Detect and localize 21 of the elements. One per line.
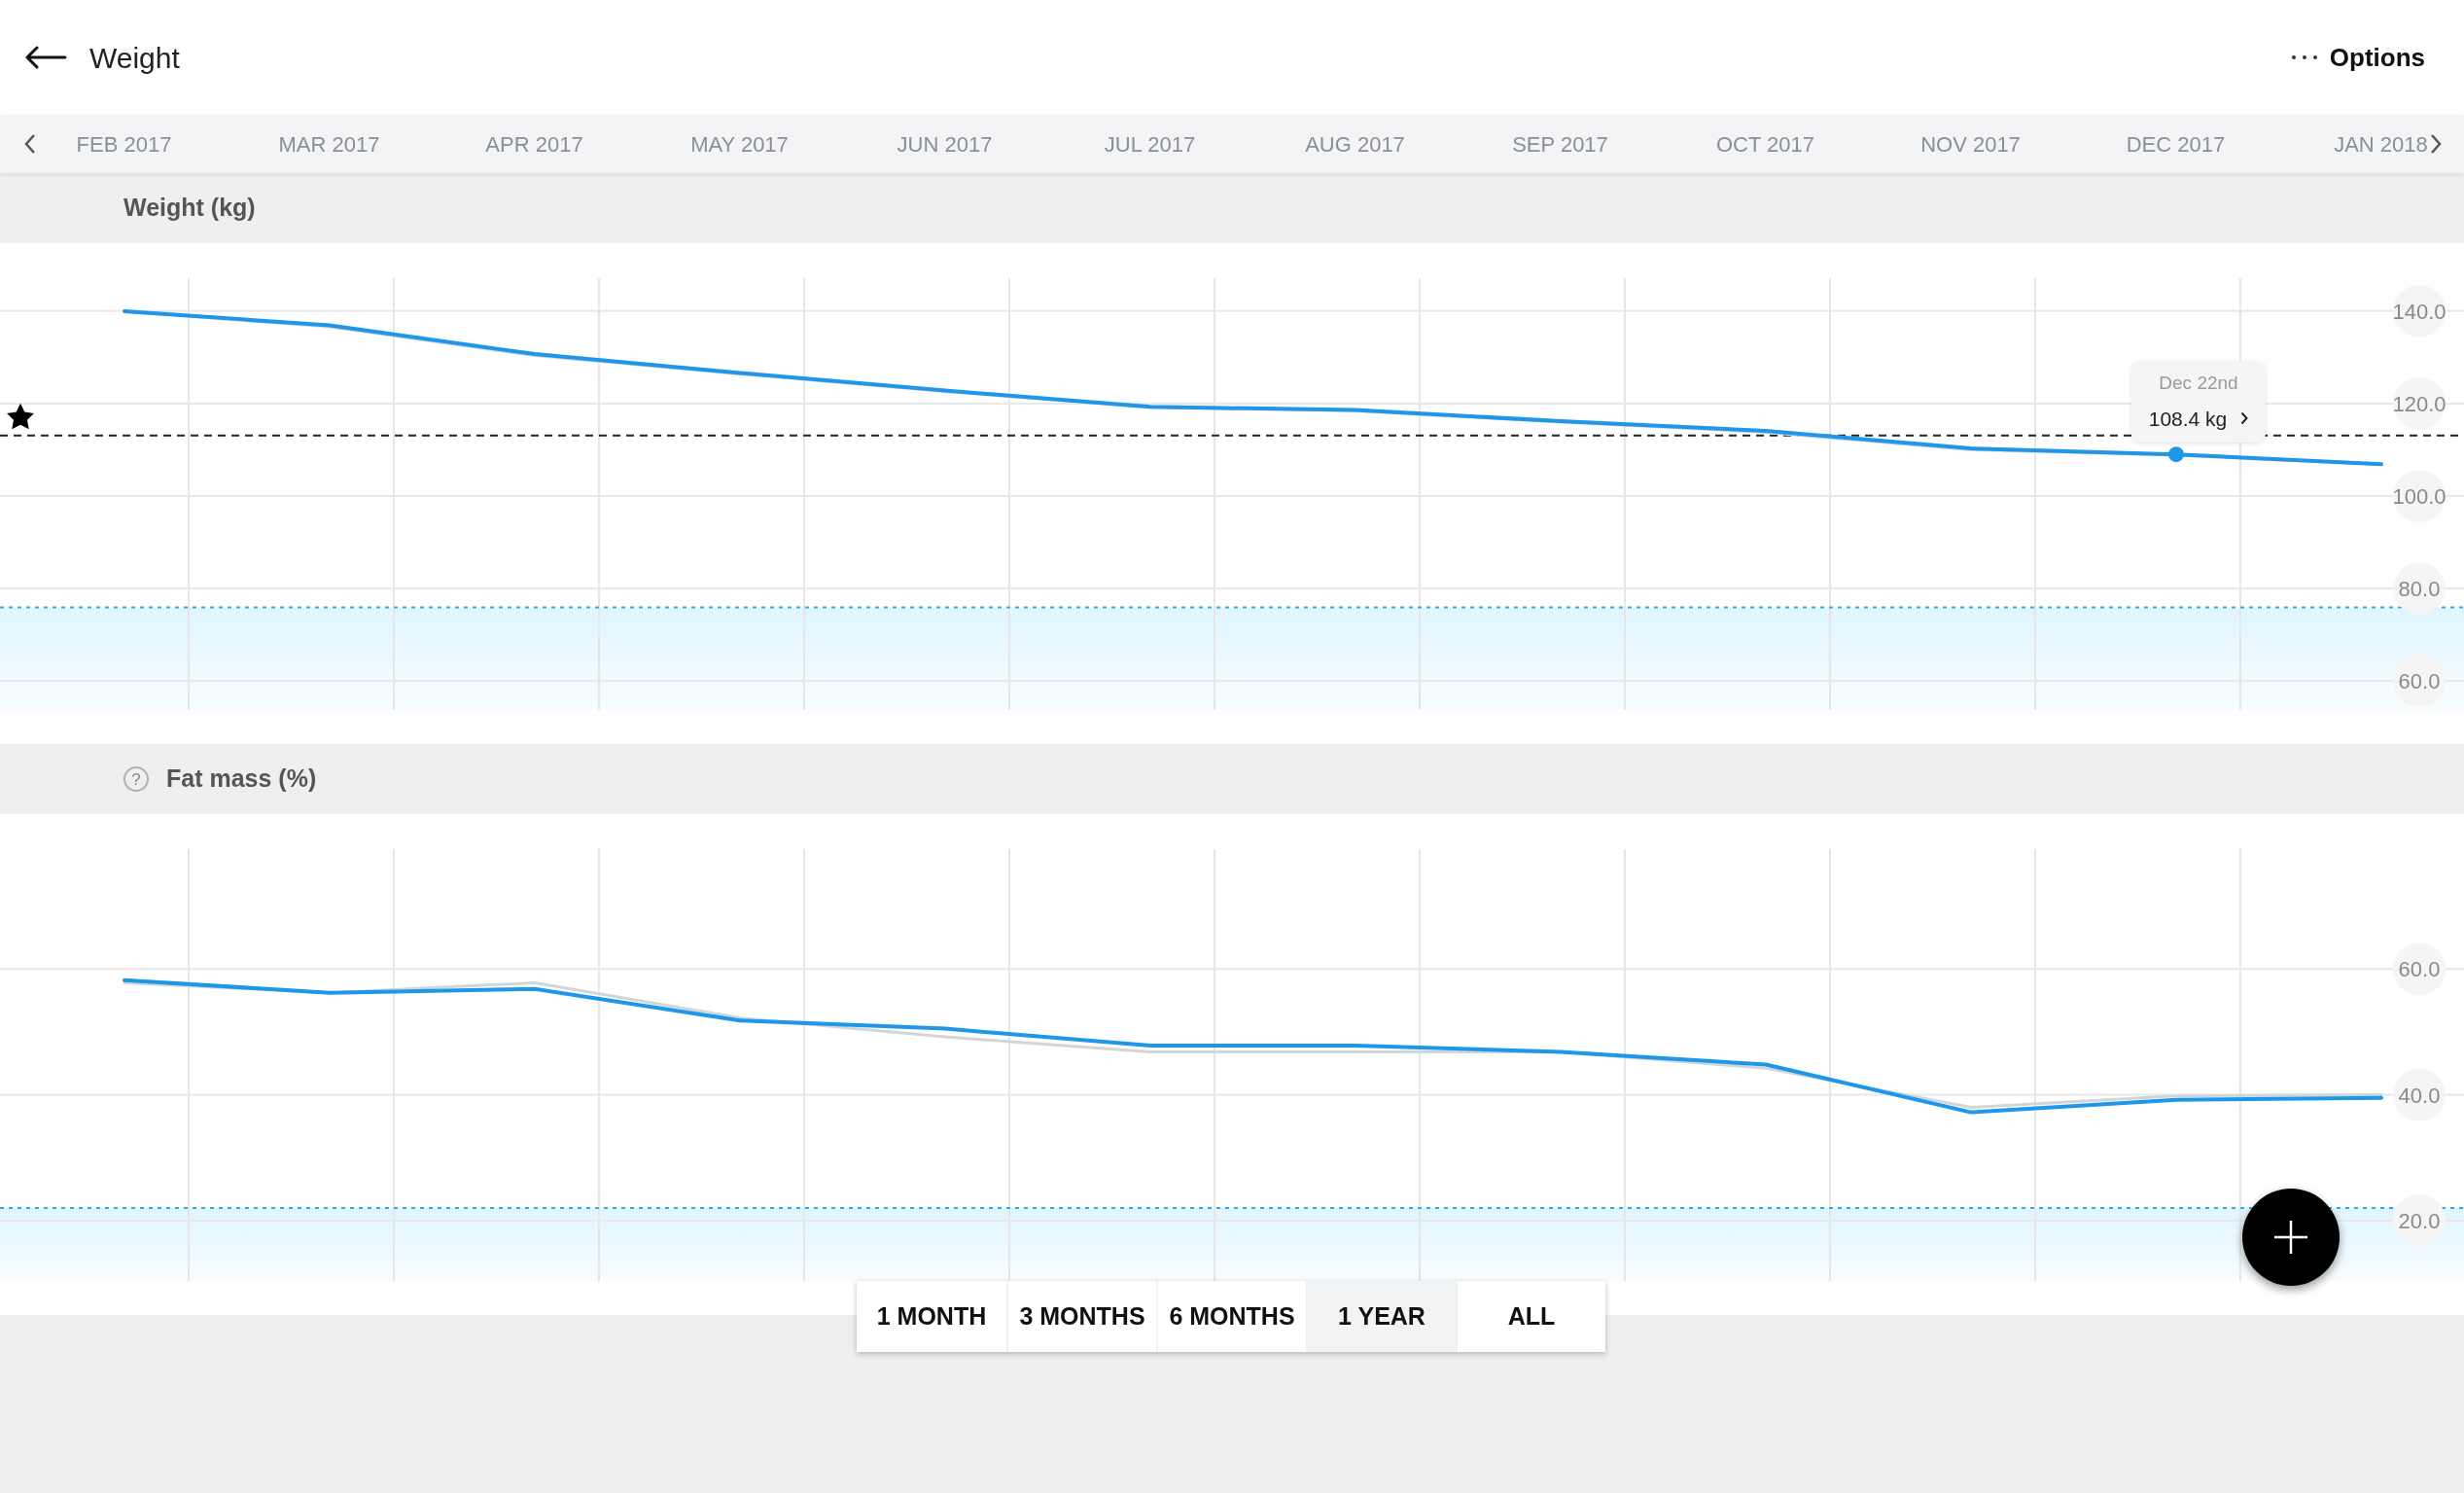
y-tick-label: 80.0 [2398,577,2441,602]
y-tick-label: 40.0 [2398,1083,2441,1108]
y-tick-label: 120.0 [2392,391,2446,416]
y-axis-label: 60.0 [2393,942,2446,996]
y-axis-label: 40.0 [2393,1068,2446,1121]
y-axis-label: 60.0 [2393,655,2446,708]
y-axis-label: 100.0 [2392,469,2446,522]
section-title: Fat mass (%) [166,764,317,795]
y-tick-label: 20.0 [2398,1208,2441,1233]
y-tick-label: 60.0 [2398,669,2441,694]
y-axis-label: 120.0 [2392,376,2446,430]
y-tick-label: 140.0 [2392,299,2446,324]
tooltip-date: Dec 22nd [2159,372,2238,396]
section-title: Weight (kg) [123,193,256,224]
page-title: Weight [89,40,180,76]
y-axis-label: 140.0 [2392,284,2446,338]
y-tick-label: 60.0 [2398,957,2441,982]
tooltip-value: 108.4 kg [2148,406,2228,432]
y-tick-label: 100.0 [2392,483,2446,509]
y-axis-label: 80.0 [2393,562,2446,615]
y-axis-label: 20.0 [2393,1193,2446,1247]
